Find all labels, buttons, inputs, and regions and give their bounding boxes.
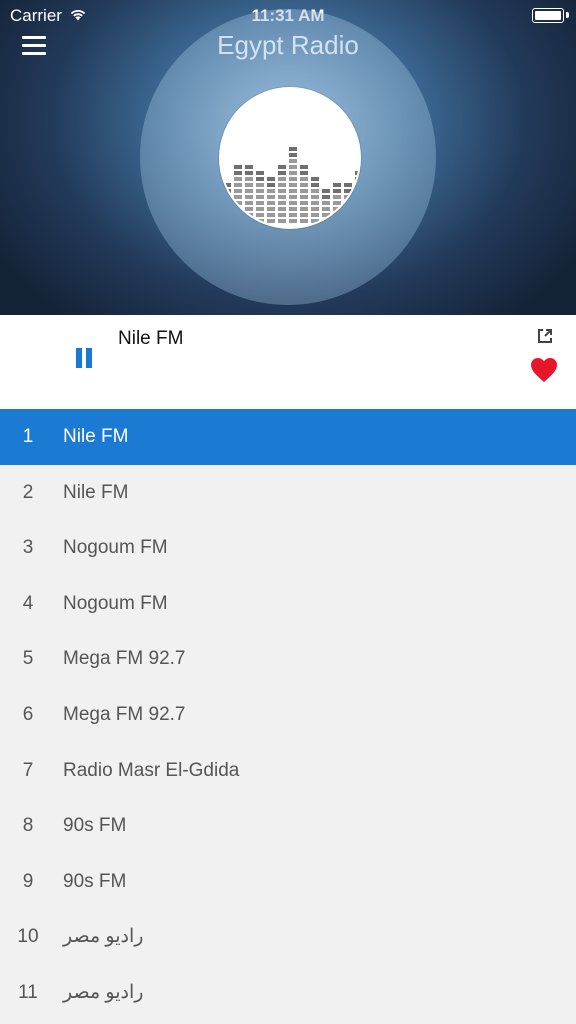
- station-list: 1 Nile FM 2 Nile FM 3 Nogoum FM 4 Nogoum FM 5 Meg…: [0, 409, 576, 1021]
- station-row[interactable]: 1 Nile FM: [0, 409, 576, 465]
- station-name: راديو مصر: [63, 926, 144, 948]
- station-name: 90s FM: [63, 870, 127, 892]
- player-bar: Nile FM: [0, 315, 576, 409]
- station-name: Radio Masr El-Gdida: [63, 759, 240, 781]
- equalizer-logo: [219, 87, 361, 229]
- station-row[interactable]: 11 راديو مصر: [0, 965, 576, 1021]
- station-number: 7: [22, 759, 34, 781]
- station-name: Nogoum FM: [63, 537, 168, 559]
- station-name: Nogoum FM: [63, 592, 168, 614]
- station-row[interactable]: 9 90s FM: [0, 854, 576, 910]
- station-row[interactable]: 7 Radio Masr El-Gdida: [0, 743, 576, 799]
- station-number: 9: [22, 870, 34, 892]
- station-number: 2: [22, 481, 34, 503]
- station-number: 4: [22, 592, 34, 614]
- station-row[interactable]: 5 Mega FM 92.7: [0, 631, 576, 687]
- station-number: 11: [18, 981, 38, 1003]
- station-row[interactable]: 2 Nile FM: [0, 465, 576, 521]
- pause-icon[interactable]: [74, 348, 94, 370]
- station-row[interactable]: 4 Nogoum FM: [0, 576, 576, 632]
- station-number: 1: [22, 426, 34, 447]
- now-playing-title: Nile FM: [118, 328, 184, 349]
- station-number: 6: [22, 703, 34, 725]
- external-link-icon[interactable]: [536, 327, 554, 345]
- station-row[interactable]: 3 Nogoum FM: [0, 520, 576, 576]
- station-row[interactable]: 10 راديو مصر: [0, 909, 576, 965]
- heart-icon[interactable]: [530, 357, 558, 383]
- station-row[interactable]: 8 90s FM: [0, 798, 576, 854]
- station-row[interactable]: 6 Mega FM 92.7: [0, 687, 576, 743]
- station-number: 8: [22, 815, 34, 837]
- station-name: Mega FM 92.7: [63, 648, 186, 670]
- header-hero: Carrier 11:31 AM Egypt Radio: [0, 0, 576, 315]
- station-name: Nile FM: [63, 426, 129, 447]
- station-name: 90s FM: [63, 815, 127, 837]
- battery-icon: [532, 8, 564, 23]
- station-number: 3: [22, 537, 34, 559]
- station-name: راديو مصر: [63, 981, 144, 1003]
- station-number: 5: [22, 648, 34, 670]
- station-number: 10: [17, 926, 39, 948]
- battery-tip: [566, 12, 569, 18]
- station-name: Mega FM 92.7: [63, 703, 186, 725]
- station-name: Nile FM: [63, 481, 129, 503]
